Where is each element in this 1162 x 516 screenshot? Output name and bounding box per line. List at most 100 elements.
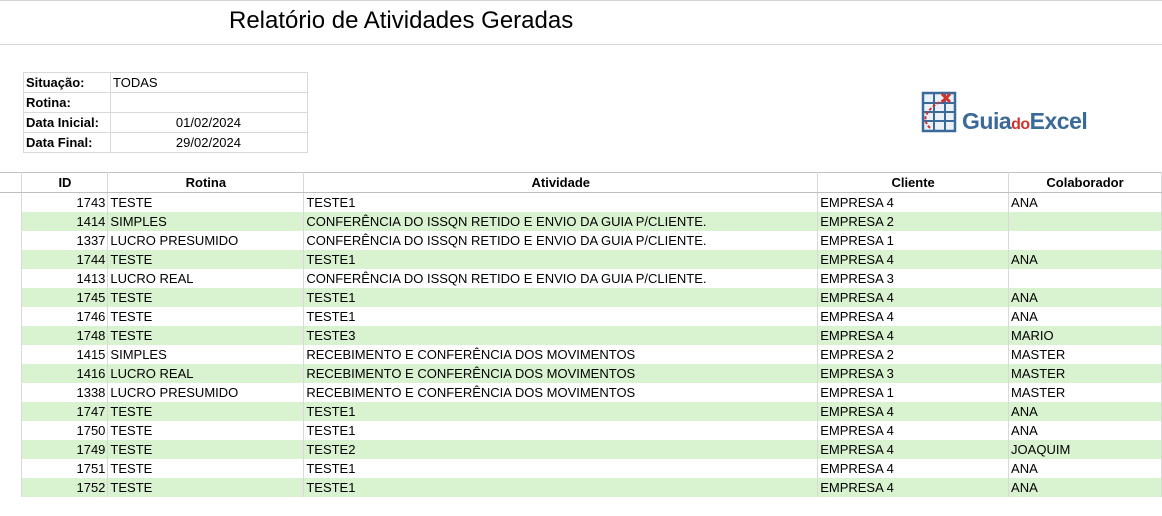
filter-value[interactable] [110, 92, 308, 113]
cell-atividade[interactable]: TESTE1 [303, 459, 819, 478]
cell-id[interactable]: 1746 [21, 307, 109, 326]
table-row[interactable]: 1748 TESTE TESTE3 EMPRESA 4 MARIO [0, 326, 1162, 345]
filter-value[interactable]: 01/02/2024 [110, 112, 308, 133]
cell-colaborador[interactable]: ANA [1008, 402, 1162, 421]
header-atividade[interactable]: Atividade [303, 172, 819, 193]
table-row[interactable]: 1746 TESTE TESTE1 EMPRESA 4 ANA [0, 307, 1162, 326]
cell-atividade[interactable]: RECEBIMENTO E CONFERÊNCIA DOS MOVIMENTOS [303, 364, 819, 383]
cell-cliente[interactable]: EMPRESA 4 [817, 402, 1010, 421]
cell-colaborador[interactable]: MARIO [1008, 326, 1162, 345]
cell-colaborador[interactable]: ANA [1008, 192, 1162, 212]
table-row[interactable]: 1747 TESTE TESTE1 EMPRESA 4 ANA [0, 402, 1162, 421]
cell-rotina[interactable]: TESTE [107, 326, 305, 345]
cell-rotina[interactable]: TESTE [107, 307, 305, 326]
cell-rotina[interactable]: TESTE [107, 440, 305, 459]
cell-atividade[interactable]: CONFERÊNCIA DO ISSQN RETIDO E ENVIO DA G… [303, 231, 819, 250]
cell-colaborador[interactable]: ANA [1008, 459, 1162, 478]
cell-atividade[interactable]: CONFERÊNCIA DO ISSQN RETIDO E ENVIO DA G… [303, 212, 819, 231]
table-row[interactable]: 1750 TESTE TESTE1 EMPRESA 4 ANA [0, 421, 1162, 440]
cell-atividade[interactable]: TESTE1 [303, 192, 819, 212]
cell-cliente[interactable]: EMPRESA 4 [817, 326, 1010, 345]
cell-id[interactable]: 1415 [21, 345, 109, 364]
cell-rotina[interactable]: SIMPLES [107, 345, 305, 364]
cell-cliente[interactable]: EMPRESA 2 [817, 345, 1010, 364]
table-row[interactable]: 1749 TESTE TESTE2 EMPRESA 4 JOAQUIM [0, 440, 1162, 459]
table-row[interactable]: 1752 TESTE TESTE1 EMPRESA 4 ANA [0, 478, 1162, 497]
cell-id[interactable]: 1743 [21, 192, 109, 212]
cell-atividade[interactable]: TESTE1 [303, 421, 819, 440]
table-row[interactable]: 1338 LUCRO PRESUMIDO RECEBIMENTO E CONFERÊ… [0, 383, 1162, 402]
cell-atividade[interactable]: RECEBIMENTO E CONFERÊNCIA DOS MOVIMENTOS [303, 345, 819, 364]
cell-atividade[interactable]: TESTE1 [303, 402, 819, 421]
header-cliente[interactable]: Cliente [817, 172, 1010, 193]
table-row[interactable]: 1743 TESTE TESTE1 EMPRESA 4 ANA [0, 192, 1162, 212]
cell-colaborador[interactable] [1008, 231, 1162, 250]
cell-colaborador[interactable]: MASTER [1008, 383, 1162, 402]
cell-id[interactable]: 1748 [21, 326, 109, 345]
cell-id[interactable]: 1747 [21, 402, 109, 421]
table-row[interactable]: 1414 SIMPLES CONFERÊNCIA DO ISSQN RETIDO E… [0, 212, 1162, 231]
cell-atividade[interactable]: CONFERÊNCIA DO ISSQN RETIDO E ENVIO DA G… [303, 269, 819, 288]
cell-atividade[interactable]: TESTE1 [303, 250, 819, 269]
cell-rotina[interactable]: SIMPLES [107, 212, 305, 231]
cell-rotina[interactable]: TESTE [107, 402, 305, 421]
cell-id[interactable]: 1749 [21, 440, 109, 459]
cell-id[interactable]: 1338 [21, 383, 109, 402]
cell-id[interactable]: 1752 [21, 478, 109, 497]
cell-colaborador[interactable]: MASTER [1008, 364, 1162, 383]
cell-rotina[interactable]: LUCRO PRESUMIDO [107, 231, 305, 250]
cell-cliente[interactable]: EMPRESA 3 [817, 364, 1010, 383]
cell-rotina[interactable]: TESTE [107, 250, 305, 269]
cell-atividade[interactable]: TESTE3 [303, 326, 819, 345]
cell-id[interactable]: 1413 [21, 269, 109, 288]
cell-cliente[interactable]: EMPRESA 4 [817, 421, 1010, 440]
cell-cliente[interactable]: EMPRESA 1 [817, 231, 1010, 250]
cell-cliente[interactable]: EMPRESA 4 [817, 459, 1010, 478]
table-row[interactable]: 1413 LUCRO REAL CONFERÊNCIA DO ISSQN RETID… [0, 269, 1162, 288]
table-row[interactable]: 1745 TESTE TESTE1 EMPRESA 4 ANA [0, 288, 1162, 307]
cell-rotina[interactable]: TESTE [107, 459, 305, 478]
cell-rotina[interactable]: LUCRO PRESUMIDO [107, 383, 305, 402]
cell-atividade[interactable]: TESTE1 [303, 288, 819, 307]
cell-colaborador[interactable]: ANA [1008, 478, 1162, 497]
cell-rotina[interactable]: TESTE [107, 288, 305, 307]
cell-cliente[interactable]: EMPRESA 4 [817, 307, 1010, 326]
cell-id[interactable]: 1337 [21, 231, 109, 250]
header-colaborador[interactable]: Colaborador [1008, 172, 1162, 193]
cell-rotina[interactable]: TESTE [107, 478, 305, 497]
cell-atividade[interactable]: RECEBIMENTO E CONFERÊNCIA DOS MOVIMENTOS [303, 383, 819, 402]
cell-cliente[interactable]: EMPRESA 4 [817, 440, 1010, 459]
table-row[interactable]: 1751 TESTE TESTE1 EMPRESA 4 ANA [0, 459, 1162, 478]
cell-id[interactable]: 1745 [21, 288, 109, 307]
cell-colaborador[interactable] [1008, 269, 1162, 288]
cell-cliente[interactable]: EMPRESA 4 [817, 192, 1010, 212]
cell-id[interactable]: 1744 [21, 250, 109, 269]
header-id[interactable]: ID [21, 172, 109, 193]
table-row[interactable]: 1415 SIMPLES RECEBIMENTO E CONFERÊNCIA DOS… [0, 345, 1162, 364]
cell-atividade[interactable]: TESTE1 [303, 478, 819, 497]
cell-rotina[interactable]: TESTE [107, 192, 305, 212]
filter-value[interactable]: 29/02/2024 [110, 132, 308, 153]
cell-cliente[interactable]: EMPRESA 2 [817, 212, 1010, 231]
cell-rotina[interactable]: LUCRO REAL [107, 269, 305, 288]
cell-id[interactable]: 1414 [21, 212, 109, 231]
cell-colaborador[interactable]: MASTER [1008, 345, 1162, 364]
table-row[interactable]: 1337 LUCRO PRESUMIDO CONFERÊNCIA DO ISSQN … [0, 231, 1162, 250]
cell-cliente[interactable]: EMPRESA 1 [817, 383, 1010, 402]
cell-cliente[interactable]: EMPRESA 4 [817, 478, 1010, 497]
cell-rotina[interactable]: LUCRO REAL [107, 364, 305, 383]
table-row[interactable]: 1416 LUCRO REAL RECEBIMENTO E CONFERÊNCIA … [0, 364, 1162, 383]
header-rotina[interactable]: Rotina [107, 172, 305, 193]
cell-colaborador[interactable]: JOAQUIM [1008, 440, 1162, 459]
cell-id[interactable]: 1416 [21, 364, 109, 383]
cell-colaborador[interactable]: ANA [1008, 288, 1162, 307]
cell-colaborador[interactable]: ANA [1008, 250, 1162, 269]
cell-rotina[interactable]: TESTE [107, 421, 305, 440]
cell-colaborador[interactable]: ANA [1008, 307, 1162, 326]
cell-atividade[interactable]: TESTE2 [303, 440, 819, 459]
filter-value[interactable]: TODAS [110, 72, 308, 93]
cell-id[interactable]: 1750 [21, 421, 109, 440]
cell-atividade[interactable]: TESTE1 [303, 307, 819, 326]
table-row[interactable]: 1744 TESTE TESTE1 EMPRESA 4 ANA [0, 250, 1162, 269]
cell-cliente[interactable]: EMPRESA 3 [817, 269, 1010, 288]
